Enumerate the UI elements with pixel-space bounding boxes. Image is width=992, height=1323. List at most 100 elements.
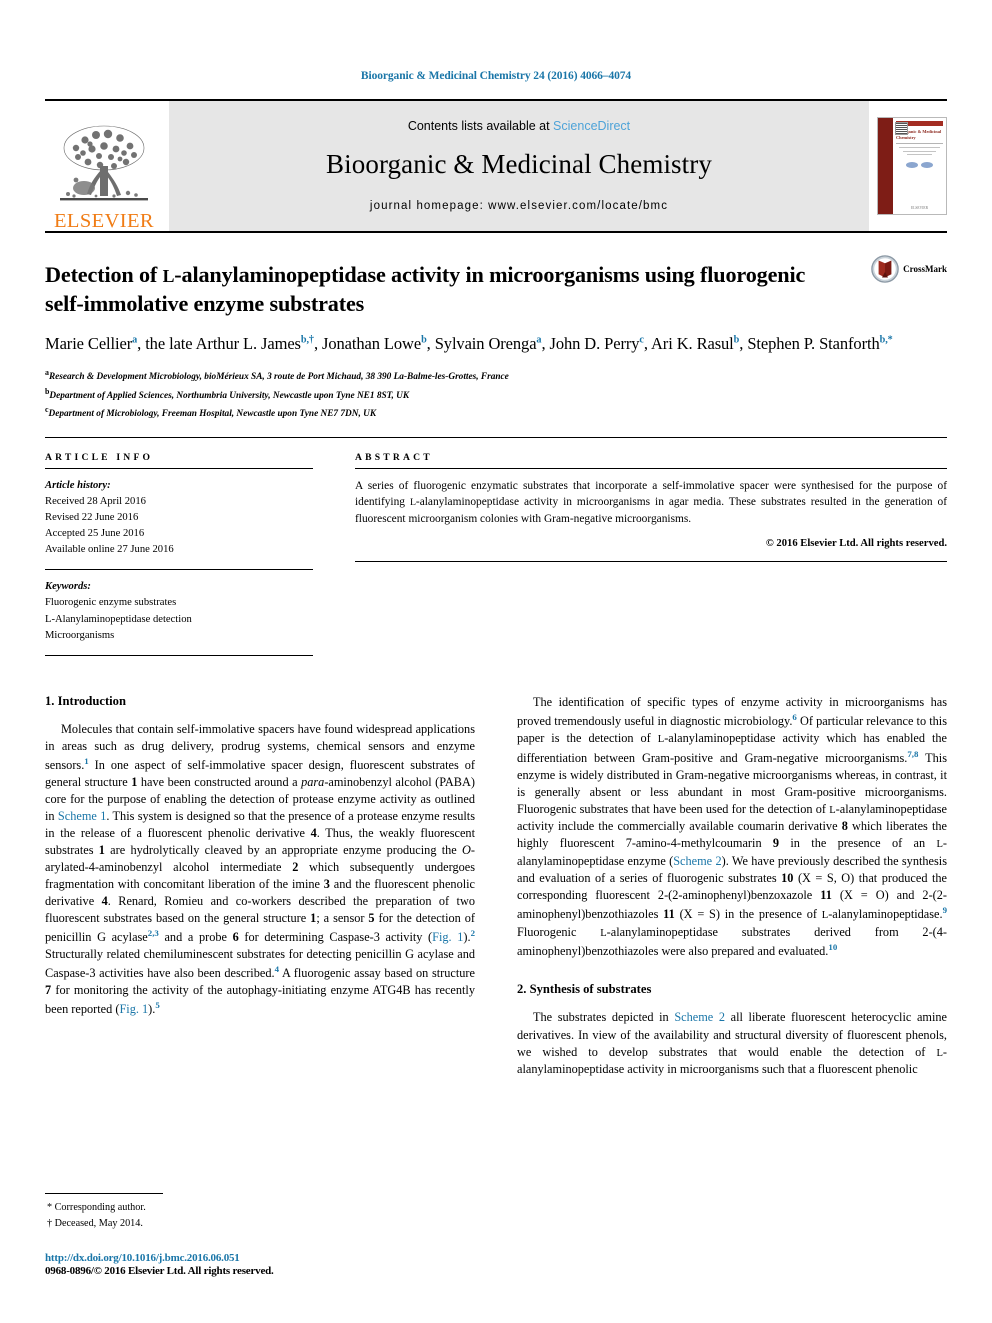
text-run: (X = S) in the presence of bbox=[674, 907, 822, 922]
author-name: Stephen P. Stanforth bbox=[747, 333, 880, 353]
journal-title: Bioorganic & Medicinal Chemistry bbox=[326, 149, 712, 179]
scheme-link[interactable]: Scheme 2 bbox=[674, 1010, 725, 1024]
affiliation-text: Research & Development Microbiology, bio… bbox=[48, 372, 509, 383]
citation-ref[interactable]: 9 bbox=[943, 905, 947, 915]
author-item: Marie Celliera, bbox=[45, 334, 145, 353]
article-history: Article history: Received 28 April 2016 … bbox=[45, 478, 313, 558]
title-part-2: -alanylaminopeptidase activity in microo… bbox=[174, 262, 640, 287]
footnote-mark: * bbox=[47, 1202, 53, 1214]
scheme-link[interactable]: Scheme 2 bbox=[673, 854, 721, 868]
article-info-column: ARTICLE INFO Article history: Received 2… bbox=[45, 452, 313, 656]
text-run: have been constructed around a bbox=[137, 774, 302, 789]
text-run: are hydrolytically cleaved by an appropr… bbox=[104, 842, 463, 857]
text-run: in the presence of an bbox=[779, 836, 937, 851]
elsevier-logo: ELSEVIER bbox=[45, 101, 163, 231]
crossmark-icon bbox=[871, 255, 899, 283]
cover-side-band bbox=[878, 118, 893, 214]
text-run: ; a sensor bbox=[316, 911, 369, 926]
crossmark-badge[interactable]: CrossMark bbox=[871, 255, 947, 283]
italic-run: para bbox=[301, 774, 325, 789]
sciencedirect-link[interactable]: ScienceDirect bbox=[553, 119, 630, 133]
text-run: for monitoring the activity of the autop… bbox=[45, 983, 475, 1017]
affiliation-text: Department of Applied Sciences, Northumb… bbox=[49, 390, 410, 401]
author-affil-mark[interactable]: b,† bbox=[301, 334, 314, 345]
author-list: Marie Celliera, the late Arthur L. James… bbox=[45, 333, 947, 356]
affiliation-item: cDepartment of Microbiology, Freeman Hos… bbox=[45, 404, 947, 422]
doi-block: http://dx.doi.org/10.1016/j.bmc.2016.06.… bbox=[45, 1252, 475, 1277]
cover-rule bbox=[896, 143, 943, 144]
footnote-text: Deceased, May 2014. bbox=[54, 1218, 143, 1230]
section-heading-introduction: 1. Introduction bbox=[45, 693, 126, 708]
text-run: for determining Caspase-3 activity ( bbox=[238, 930, 433, 945]
affiliation-item: bDepartment of Applied Sciences, Northum… bbox=[45, 386, 947, 404]
author-sep: , bbox=[137, 333, 146, 353]
keyword-item: L-Alanylaminopeptidase detection bbox=[45, 613, 192, 625]
body-column-gap bbox=[475, 694, 517, 1078]
author-name: Ari K. Rasul bbox=[650, 333, 734, 353]
article-info-rule bbox=[45, 467, 313, 469]
title-smallcap-l: L bbox=[162, 266, 175, 286]
footnote-area: * Corresponding author. † Deceased, May … bbox=[45, 1193, 475, 1277]
author-item: Stephen P. Stanforthb,* bbox=[747, 334, 892, 353]
history-item: Accepted 25 June 2016 bbox=[45, 528, 145, 540]
citation-ref[interactable]: 10 bbox=[828, 942, 837, 952]
cover-molecule-graphic bbox=[896, 162, 943, 169]
footnote-text: Corresponding author. bbox=[54, 1202, 146, 1214]
author-name: Marie Cellier bbox=[45, 333, 133, 353]
body-left-column: 1. Introduction Molecules that contain s… bbox=[45, 694, 475, 1078]
keywords-label: Keywords: bbox=[45, 581, 91, 593]
figure-link[interactable]: Fig. 1 bbox=[432, 930, 463, 944]
text-run: -alanylaminopeptidase. bbox=[828, 907, 943, 922]
journal-homepage-line[interactable]: journal homepage: www.elsevier.com/locat… bbox=[370, 200, 668, 212]
text-run: The substrates depicted in bbox=[533, 1010, 675, 1025]
paragraph-synthesis-1: The substrates depicted in Scheme 2 all … bbox=[517, 1009, 947, 1078]
title-block-rule bbox=[45, 436, 947, 438]
history-item: Revised 22 June 2016 bbox=[45, 512, 139, 524]
paragraph-intro-1: Molecules that contain self-immolative s… bbox=[45, 721, 475, 1019]
figure-link[interactable]: Fig. 1 bbox=[119, 1002, 148, 1016]
body-columns: 1. Introduction Molecules that contain s… bbox=[45, 694, 947, 1078]
citation-ref[interactable]: 2,3 bbox=[148, 928, 159, 938]
text-run: A fluorogenic assay based on structure bbox=[278, 966, 475, 981]
keyword-item: Fluorogenic enzyme substrates bbox=[45, 597, 177, 609]
footnote-item: † Deceased, May 2014. bbox=[45, 1216, 475, 1232]
column-gap bbox=[313, 452, 355, 656]
affiliation-list: aResearch & Development Microbiology, bi… bbox=[45, 367, 947, 421]
scheme-link[interactable]: Scheme 1 bbox=[58, 809, 106, 823]
author-item: Jonathan Loweb, bbox=[322, 334, 435, 353]
citation-ref[interactable]: 5 bbox=[155, 1000, 159, 1010]
abstract-rule bbox=[355, 467, 947, 469]
page-title: Detection of L-alanylaminopeptidase acti… bbox=[45, 261, 947, 319]
contents-available-line: Contents lists available at ScienceDirec… bbox=[408, 119, 630, 133]
keyword-item: Microorganisms bbox=[45, 629, 115, 641]
citation-ref[interactable]: 7,8 bbox=[907, 749, 918, 759]
compound-label: 11 bbox=[820, 887, 832, 902]
cover-body: Bioorganic & Medicinal Chemistry ELSEVIE… bbox=[893, 118, 946, 214]
text-run: and a probe bbox=[158, 930, 233, 945]
journal-masthead: ELSEVIER Contents lists available at Sci… bbox=[45, 99, 947, 231]
author-sep: , bbox=[643, 333, 651, 353]
author-item: the late Arthur L. Jamesb,†, bbox=[145, 334, 322, 353]
elsevier-tree-icon bbox=[60, 125, 148, 200]
elsevier-wordmark: ELSEVIER bbox=[54, 209, 154, 232]
article-history-label: Article history: bbox=[45, 479, 111, 491]
running-head: Bioorganic & Medicinal Chemistry 24 (201… bbox=[360, 70, 632, 82]
info-abstract-section: ARTICLE INFO Article history: Received 2… bbox=[45, 452, 947, 656]
italic-run: O bbox=[462, 842, 471, 857]
author-item: Sylvain Orengaa, bbox=[435, 334, 550, 353]
body-right-column: The identification of specific types of … bbox=[517, 694, 947, 1078]
issn-copyright-line: 0968-0896/© 2016 Elsevier Ltd. All right… bbox=[45, 1265, 274, 1277]
compound-label: 11 bbox=[663, 907, 675, 922]
section-heading-synthesis: 2. Synthesis of substrates bbox=[517, 982, 652, 997]
journal-cover-thumbnail[interactable]: Bioorganic & Medicinal Chemistry ELSEVIE… bbox=[877, 117, 947, 215]
author-sep: , bbox=[313, 333, 323, 353]
crossmark-label: CrossMark bbox=[903, 264, 947, 274]
abstract-part-2: -alanylaminopeptidase activity in microo… bbox=[355, 496, 947, 525]
cover-placeholder-lines bbox=[896, 147, 943, 156]
doi-link[interactable]: http://dx.doi.org/10.1016/j.bmc.2016.06.… bbox=[45, 1252, 475, 1264]
paragraph-intro-2: The identification of specific types of … bbox=[517, 694, 947, 961]
author-affil-mark[interactable]: b,* bbox=[880, 334, 893, 345]
author-name: Sylvain Orenga bbox=[434, 333, 537, 353]
text-run: ). bbox=[463, 930, 471, 945]
history-item: Received 28 April 2016 bbox=[45, 496, 146, 507]
